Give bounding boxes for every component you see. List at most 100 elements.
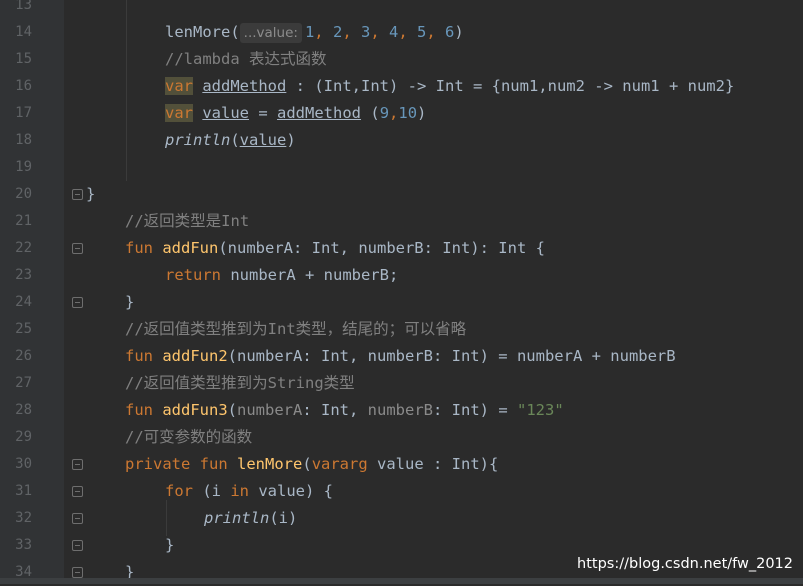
line-number: 33: [15, 537, 32, 553]
keyword: var: [165, 104, 193, 122]
function-call: addMethod: [277, 104, 362, 122]
paren: (: [227, 401, 238, 419]
paren: ): [454, 23, 464, 41]
line-number: 15: [15, 51, 32, 67]
string-literal: "123": [517, 401, 564, 419]
variable-name: value: [202, 104, 250, 122]
unused-parameter: numberA: [237, 401, 303, 419]
code-line-20: }: [86, 185, 96, 203]
horizontal-scrollbar[interactable]: [0, 578, 803, 584]
code-line-27: //返回值类型推到为String类型: [125, 374, 355, 392]
code-line-29: //可变参数的函数: [125, 428, 253, 446]
line-number: 21: [15, 213, 32, 229]
fold-marker-icon[interactable]: [72, 486, 83, 497]
line-number: 26: [15, 348, 32, 364]
fold-marker-icon[interactable]: [72, 567, 83, 578]
argument: value: [239, 131, 287, 149]
number-literal: 3: [360, 23, 371, 41]
number-literal: 4: [389, 23, 399, 41]
paren: ): [286, 131, 296, 149]
code-line-15: //lambda 表达式函数: [165, 50, 327, 68]
number-literal: 5: [417, 23, 427, 41]
code-line-18: println(value): [165, 127, 803, 154]
watermark-text: https://blog.csdn.net/fw_2012: [577, 556, 793, 572]
paren: ): [417, 104, 427, 122]
type-annotation: : Int,: [302, 401, 368, 419]
parameters: (numberA: Int, numberB: Int) = numberA +…: [227, 347, 676, 365]
fold-marker-icon[interactable]: [72, 459, 83, 470]
line-number: 29: [15, 429, 32, 445]
number-literal: 2: [332, 23, 343, 41]
code-line-14: lenMore(...value: 1, 2, 3, 4, 5, 6): [165, 23, 464, 43]
number-literal: 1: [304, 23, 315, 41]
unused-parameter: numberB: [367, 401, 433, 419]
line-number: 20: [15, 186, 32, 202]
line-number: 16: [15, 78, 32, 94]
code-line-26: fun addFun2(numberA: Int, numberB: Int) …: [125, 343, 803, 370]
code-line-31: for (i in value) {: [165, 478, 803, 505]
fold-marker-icon[interactable]: [72, 189, 83, 200]
fold-marker-icon[interactable]: [72, 540, 83, 551]
variable-name: addMethod: [202, 77, 287, 95]
function-call: println: [204, 509, 270, 527]
expression: numberA + numberB;: [221, 266, 399, 284]
line-number: 23: [15, 267, 32, 283]
comma: ,: [389, 104, 399, 122]
function-call: println: [165, 131, 231, 149]
code-line-23: return numberA + numberB;: [165, 262, 803, 289]
code-line-33: }: [165, 536, 175, 554]
code-line-22: fun addFun(numberA: Int, numberB: Int): …: [125, 235, 803, 262]
line-number: 19: [15, 159, 32, 175]
code-line-30: private fun lenMore(vararg value : Int){: [125, 451, 803, 478]
arguments: (i): [269, 509, 298, 527]
function-call: lenMore(: [165, 23, 240, 41]
fold-marker-icon[interactable]: [72, 297, 83, 308]
keyword: private: [125, 455, 191, 473]
indent-guide: [126, 0, 127, 181]
fold-marker-icon[interactable]: [72, 243, 83, 254]
line-number: 25: [15, 321, 32, 337]
type-annotation: : Int) =: [433, 401, 517, 419]
line-number: 30: [15, 456, 32, 472]
code-line-17: var value = addMethod (9,10): [165, 100, 803, 127]
keyword: return: [165, 266, 221, 284]
code-line-21: //返回类型是Int: [125, 212, 250, 230]
keyword: fun: [199, 455, 228, 473]
line-number: 17: [15, 105, 32, 121]
line-number: 13: [15, 0, 32, 13]
function-name: addFun3: [162, 401, 228, 419]
keyword: fun: [125, 239, 153, 257]
code-line-16: var addMethod : (Int,Int) -> Int = {num1…: [165, 73, 803, 100]
function-name: addFun2: [162, 347, 228, 365]
line-number: 18: [15, 132, 32, 148]
line-number: 14: [15, 24, 32, 40]
keyword: var: [165, 77, 193, 95]
expression: (i: [193, 482, 231, 500]
number-literal: 6: [445, 23, 455, 41]
indent-guide: [166, 500, 167, 536]
type-expression: : (Int,Int) -> Int = {num1,num2 -> num1 …: [286, 77, 735, 95]
keyword: vararg: [311, 455, 368, 473]
keyword: in: [230, 482, 249, 500]
code-line-24: }: [125, 293, 135, 311]
keyword: for: [165, 482, 193, 500]
line-number: 31: [15, 483, 32, 499]
paren: (: [361, 104, 380, 122]
function-name: addFun: [162, 239, 219, 257]
keyword: fun: [125, 401, 153, 419]
fold-marker-icon[interactable]: [72, 513, 83, 524]
paren: (: [230, 131, 240, 149]
code-line-28: fun addFun3(numberA: Int, numberB: Int) …: [125, 397, 803, 424]
number-literal: 10: [398, 104, 418, 122]
line-number: 32: [15, 510, 32, 526]
operator: =: [249, 104, 278, 122]
parameters: (numberA: Int, numberB: Int): Int {: [218, 239, 545, 257]
line-number: 24: [15, 294, 32, 310]
paren: (: [302, 455, 312, 473]
keyword: fun: [125, 347, 153, 365]
expression: value) {: [249, 482, 333, 500]
code-line-25: //返回值类型推到为Int类型，结尾的；可以省略: [125, 320, 467, 338]
code-line-32: println(i): [204, 505, 803, 532]
parameter-hint: ...value:: [239, 23, 302, 43]
line-number: 27: [15, 375, 32, 391]
